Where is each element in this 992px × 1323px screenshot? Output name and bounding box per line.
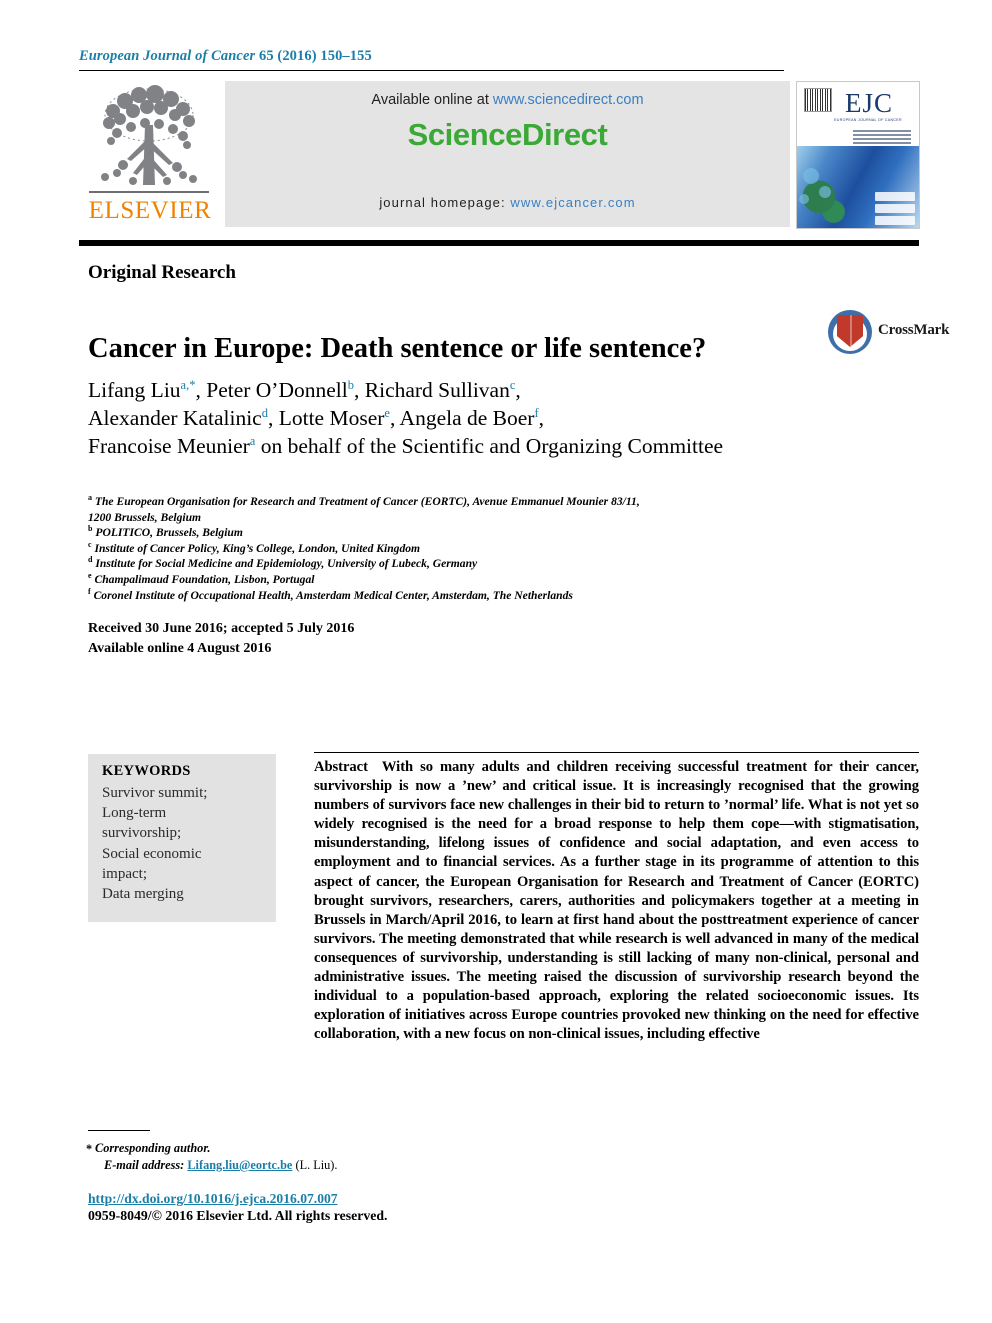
masthead-bottom-rule bbox=[79, 240, 919, 246]
author-line-trailing: , bbox=[538, 406, 545, 430]
author-line: Alexander Katalinicd, Lotte Mosere, Ange… bbox=[88, 405, 545, 430]
author-affiliation-marker: a,* bbox=[180, 377, 196, 392]
affiliation-marker: b bbox=[88, 524, 93, 534]
author-list: Lifang Liua,*, Peter O’Donnellb, Richard… bbox=[88, 376, 828, 460]
journal-cover-thumbnail: EJC EUROPEAN JOURNAL OF CANCER bbox=[796, 81, 920, 229]
cover-cell-icon bbox=[799, 194, 809, 204]
abstract-top-rule bbox=[314, 752, 919, 753]
corresponding-author-note: * Corresponding author. E-mail address: … bbox=[86, 1140, 337, 1174]
author-line: Lifang Liua,*, Peter O’Donnellb, Richard… bbox=[88, 377, 521, 402]
author-name[interactable]: Lotte Moser bbox=[279, 406, 385, 430]
page-title: Cancer in Europe: Death sentence or life… bbox=[88, 333, 707, 365]
cover-artwork bbox=[797, 146, 919, 228]
cover-top-area: EJC EUROPEAN JOURNAL OF CANCER bbox=[797, 82, 919, 146]
affiliation-item: b POLITICO, Brussels, Belgium bbox=[88, 525, 808, 541]
author-name[interactable]: Peter O’Donnell bbox=[206, 378, 348, 402]
affiliation-marker: a bbox=[88, 493, 92, 503]
abstract-text: With so many adults and children receivi… bbox=[314, 759, 919, 1043]
sciencedirect-logo[interactable]: ScienceDirect bbox=[225, 117, 790, 153]
keyword-item: Social economic bbox=[102, 845, 202, 862]
keyword-item: Long-term bbox=[102, 805, 167, 822]
crossmark-icon bbox=[828, 310, 872, 354]
author-name[interactable]: Richard Sullivan bbox=[365, 378, 510, 402]
author-line: Francoise Meuniera on behalf of the Scie… bbox=[88, 432, 828, 460]
abstract-block: Abstract With so many adults and children… bbox=[314, 758, 919, 1044]
received-accepted-line: Received 30 June 2016; accepted 5 July 2… bbox=[88, 621, 355, 636]
header-top-rule bbox=[79, 70, 784, 71]
affiliation-marker: f bbox=[88, 586, 91, 596]
article-type-label: Original Research bbox=[88, 262, 236, 283]
keyword-item: impact; bbox=[102, 865, 147, 882]
elsevier-wordmark: ELSEVIER bbox=[88, 197, 212, 224]
author-name[interactable]: Angela de Boer bbox=[400, 406, 535, 430]
affiliation-text: Champalimaud Foundation, Lisbon, Portuga… bbox=[94, 572, 315, 586]
masthead: ELSEVIER Available online at www.science… bbox=[79, 78, 920, 230]
crossmark-badge[interactable]: CrossMark bbox=[828, 308, 949, 358]
journal-homepage-line: journal homepage: www.ejcancer.com bbox=[225, 195, 790, 210]
affiliation-marker: e bbox=[88, 571, 92, 581]
cover-subtitle: EUROPEAN JOURNAL OF CANCER bbox=[834, 118, 902, 122]
author-affiliation-marker: d bbox=[261, 405, 268, 420]
cover-title: EJC bbox=[844, 88, 893, 118]
sciencedirect-link[interactable]: www.sciencedirect.com bbox=[493, 92, 644, 108]
affiliation-text: 1200 Brussels, Belgium bbox=[88, 510, 202, 524]
affiliation-list: a The European Organisation for Research… bbox=[88, 494, 808, 603]
affiliation-item: d Institute for Social Medicine and Epid… bbox=[88, 556, 808, 572]
corresponding-author-label: Corresponding author. bbox=[95, 1141, 211, 1155]
footnote-rule bbox=[88, 1130, 150, 1131]
email-link[interactable]: Lifang.liu@eortc.be bbox=[187, 1158, 292, 1172]
affiliation-text: Coronel Institute of Occupational Health… bbox=[93, 588, 573, 602]
affiliation-text: Institute of Cancer Policy, King’s Colle… bbox=[94, 541, 421, 555]
article-first-page: European Journal of Cancer 65 (2016) 150… bbox=[0, 0, 992, 1323]
keywords-box: KEYWORDS Survivor summit; Long-term surv… bbox=[88, 754, 276, 922]
affiliation-item: f Coronel Institute of Occupational Heal… bbox=[88, 586, 808, 604]
available-online-label: Available online at bbox=[371, 92, 493, 108]
affiliation-item: a The European Organisation for Research… bbox=[88, 494, 808, 510]
elsevier-logo: ELSEVIER bbox=[79, 81, 219, 229]
corresponding-author-marker: * bbox=[86, 1142, 93, 1156]
running-head: European Journal of Cancer 65 (2016) 150… bbox=[79, 48, 372, 65]
affiliation-text: POLITICO, Brussels, Belgium bbox=[95, 526, 243, 540]
elsevier-tree-icon bbox=[101, 85, 197, 185]
affiliation-item: 1200 Brussels, Belgium bbox=[88, 510, 808, 526]
affiliation-text: Institute for Social Medicine and Epidem… bbox=[95, 557, 478, 571]
cover-society-logos bbox=[875, 189, 915, 225]
available-online-line: Available online at www.sciencedirect.co… bbox=[225, 92, 790, 108]
journal-homepage-link[interactable]: www.ejcancer.com bbox=[510, 195, 635, 210]
doi-link[interactable]: http://dx.doi.org/10.1016/j.ejca.2016.07… bbox=[88, 1191, 338, 1207]
author-affiliation-marker: e bbox=[384, 405, 390, 420]
author-name[interactable]: Lifang Liu bbox=[88, 378, 181, 402]
cover-cell-icon bbox=[819, 186, 831, 198]
author-name[interactable]: Alexander Katalinic bbox=[88, 406, 262, 430]
article-history: Received 30 June 2016; accepted 5 July 2… bbox=[88, 619, 354, 658]
keywords-heading: KEYWORDS bbox=[102, 763, 191, 779]
journal-homepage-label: journal homepage: bbox=[379, 195, 511, 210]
cover-text-lines bbox=[853, 130, 911, 146]
sciencedirect-banner: Available online at www.sciencedirect.co… bbox=[225, 81, 790, 227]
crossmark-label: CrossMark bbox=[878, 322, 950, 338]
available-online-date: Available online 4 August 2016 bbox=[88, 640, 272, 656]
copyright-line: 0959-8049/© 2016 Elsevier Ltd. All right… bbox=[88, 1208, 388, 1223]
email-label: E-mail address: bbox=[104, 1158, 185, 1172]
affiliation-text: The European Organisation for Research a… bbox=[94, 495, 640, 508]
keyword-item: Data merging bbox=[102, 886, 184, 903]
email-owner: (L. Liu). bbox=[295, 1158, 338, 1172]
keyword-item: Survivor summit; bbox=[102, 785, 208, 801]
affiliation-item: c Institute of Cancer Policy, King’s Col… bbox=[88, 539, 808, 557]
cover-cell-icon bbox=[803, 168, 819, 184]
keywords-list: Survivor summit; Long-term survivorship;… bbox=[102, 783, 267, 904]
affiliation-item: e Champalimaud Foundation, Lisbon, Portu… bbox=[88, 572, 808, 588]
affiliation-marker: c bbox=[88, 539, 92, 549]
author-name[interactable]: Francoise Meunier bbox=[88, 434, 250, 458]
running-head-volume: 65 (2016) 150–155 bbox=[258, 48, 372, 64]
author-line-trailing: , bbox=[515, 378, 521, 402]
abstract-label: Abstract bbox=[314, 759, 368, 775]
elsevier-logo-rule bbox=[89, 191, 209, 193]
keyword-item: survivorship; bbox=[102, 825, 182, 842]
author-line-trailing: on behalf of the Scientific and Organizi… bbox=[255, 434, 724, 458]
author-affiliation-marker: b bbox=[347, 377, 354, 392]
running-head-journal: European Journal of Cancer bbox=[79, 48, 256, 64]
email-line: E-mail address: Lifang.liu@eortc.be (L. … bbox=[104, 1157, 337, 1174]
affiliation-marker: d bbox=[88, 555, 93, 565]
